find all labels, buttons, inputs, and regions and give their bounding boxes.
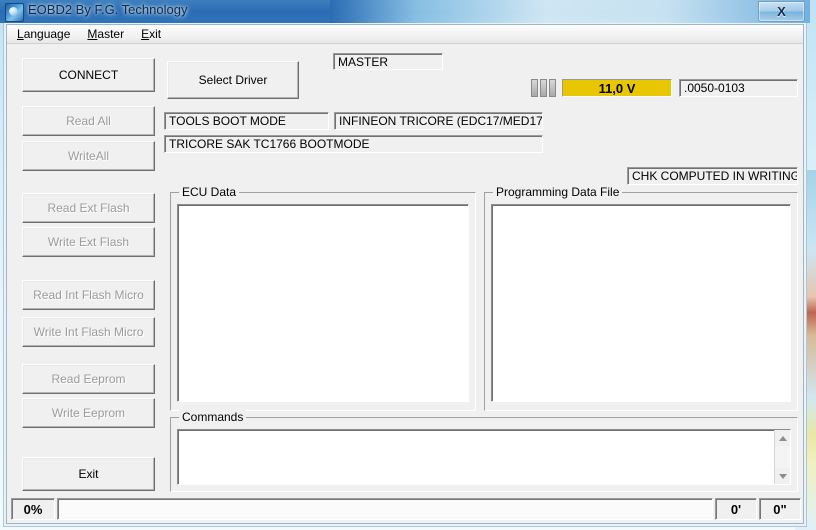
chip-family-field: INFINEON TRICORE (EDC17/MED17): [334, 112, 543, 130]
write-eeprom-button[interactable]: Write Eeprom: [22, 398, 155, 428]
elapsed-seconds-value: 0": [773, 501, 787, 517]
commands-group-title: Commands: [179, 410, 247, 424]
commands-text-content: [178, 430, 773, 484]
close-button[interactable]: X: [758, 1, 805, 22]
ecu-data-group-title: ECU Data: [179, 185, 240, 199]
voltage-bar-2: [540, 79, 547, 97]
version-value: .0050-0103: [684, 81, 745, 95]
mode-value: MASTER: [338, 54, 389, 69]
write-all-button[interactable]: WriteAll: [22, 141, 155, 171]
window-client-inner: Language Master Exit CONNECT Select Driv…: [6, 24, 804, 524]
commands-group: Commands: [170, 410, 798, 492]
menu-item-language[interactable]: Language: [10, 26, 77, 42]
programming-data-file-textarea[interactable]: [491, 204, 791, 402]
menu-item-language-accel: L: [17, 27, 24, 41]
scroll-down-arrow-icon[interactable]: [775, 468, 790, 484]
chip-detail-field: TRICORE SAK TC1766 BOOTMODE: [164, 135, 543, 153]
elapsed-seconds-cell: 0": [759, 498, 801, 520]
chip-family-value: INFINEON TRICORE (EDC17/MED17): [339, 114, 543, 128]
menu-item-language-label: anguage: [23, 27, 71, 41]
elapsed-minutes-value: 0': [730, 501, 742, 517]
progress-bar: [57, 498, 713, 520]
exit-button-label: Exit: [78, 467, 99, 481]
read-all-button[interactable]: Read All: [22, 106, 155, 136]
checksum-status-value: CHK COMPUTED IN WRITING: [632, 169, 798, 183]
application-window: EOBD2 By F.G. Technology X Language Mast…: [0, 0, 810, 530]
window-client-area: Language Master Exit CONNECT Select Driv…: [3, 23, 807, 527]
write-ext-flash-button[interactable]: Write Ext Flash: [22, 227, 155, 257]
read-eeprom-button-label: Read Eeprom: [51, 372, 126, 386]
commands-scrollbar[interactable]: [774, 430, 790, 484]
programming-data-file-group-title: Programming Data File: [493, 185, 623, 199]
checksum-status-field: CHK COMPUTED IN WRITING: [627, 167, 798, 185]
select-driver-button-label: Select Driver: [198, 73, 268, 87]
read-ext-flash-button-label: Read Ext Flash: [47, 201, 130, 215]
elapsed-minutes-cell: 0': [715, 498, 757, 520]
programming-data-file-group: Programming Data File: [484, 185, 798, 411]
read-all-button-label: Read All: [66, 114, 111, 128]
app-icon: [5, 3, 24, 22]
menu-item-exit[interactable]: Exit: [134, 26, 168, 42]
commands-scrollbar-track[interactable]: [775, 446, 790, 468]
read-int-flash-micro-button[interactable]: Read Int Flash Micro: [22, 280, 155, 310]
close-icon: X: [777, 4, 786, 19]
voltage-display: 11,0 V: [562, 79, 672, 97]
scroll-up-arrow-icon[interactable]: [775, 430, 790, 446]
ecu-data-textarea[interactable]: [177, 204, 469, 402]
read-eeprom-button[interactable]: Read Eeprom: [22, 364, 155, 394]
write-int-flash-micro-button[interactable]: Write Int Flash Micro: [22, 317, 155, 347]
boot-mode-value: TOOLS BOOT MODE: [169, 114, 286, 128]
connect-button-label: CONNECT: [58, 68, 119, 82]
version-field: .0050-0103: [679, 79, 798, 97]
triangle-down-icon: [779, 473, 787, 479]
progress-percent-cell: 0%: [11, 498, 55, 520]
voltage-level-bars: [531, 79, 559, 97]
commands-textarea[interactable]: [177, 429, 791, 485]
connect-button[interactable]: CONNECT: [22, 58, 155, 92]
status-bar: 0% 0' 0": [11, 498, 801, 520]
menu-item-master-label: aster: [97, 27, 125, 41]
voltage-bar-1: [531, 79, 538, 97]
read-ext-flash-button[interactable]: Read Ext Flash: [22, 193, 155, 223]
select-driver-button[interactable]: Select Driver: [167, 61, 299, 99]
title-bar-gradient-right: [330, 0, 810, 23]
menu-item-exit-accel: E: [141, 27, 150, 41]
write-eeprom-button-label: Write Eeprom: [51, 406, 126, 420]
boot-mode-field: TOOLS BOOT MODE: [164, 112, 329, 130]
menu-item-master-accel: M: [87, 27, 98, 41]
menu-item-master[interactable]: Master: [80, 26, 131, 42]
progress-percent-value: 0%: [23, 501, 43, 517]
triangle-up-icon: [779, 435, 787, 441]
chip-detail-value: TRICORE SAK TC1766 BOOTMODE: [169, 137, 370, 151]
write-all-button-label: WriteAll: [67, 149, 110, 163]
voltage-value: 11,0 V: [598, 80, 636, 96]
voltage-bar-3: [549, 79, 556, 97]
window-title: EOBD2 By F.G. Technology: [28, 2, 188, 17]
mode-field: MASTER: [333, 53, 443, 70]
ecu-data-group: ECU Data: [170, 185, 476, 411]
write-ext-flash-button-label: Write Ext Flash: [47, 235, 130, 249]
read-int-flash-micro-button-label: Read Int Flash Micro: [33, 288, 144, 302]
write-int-flash-micro-button-label: Write Int Flash Micro: [33, 325, 144, 339]
menu-bar: Language Master Exit: [7, 25, 803, 44]
title-bar[interactable]: EOBD2 By F.G. Technology X: [0, 0, 810, 23]
exit-button[interactable]: Exit: [22, 457, 155, 491]
menu-item-exit-label: xit: [149, 27, 162, 41]
